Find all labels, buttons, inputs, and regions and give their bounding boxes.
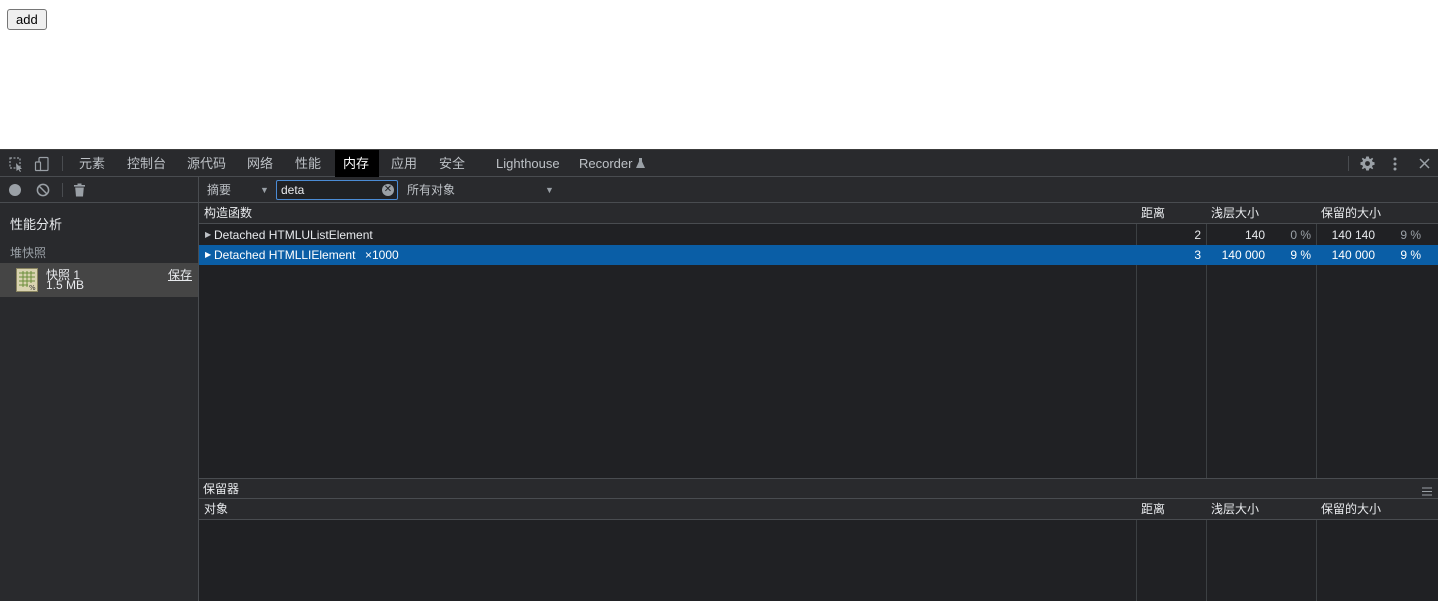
row-shallow-percent: 9 %: [1290, 248, 1311, 262]
row-shallow-size: 140: [1244, 228, 1265, 242]
row-shallow-percent: 0 %: [1290, 228, 1311, 242]
heap-snapshot-view: 摘要 ▼ ✕ 所有对象 ▼ 构造函数 距离 浅层大小 保留的大小 ▶ Detac…: [199, 177, 1438, 601]
tab-recorder[interactable]: Recorder: [571, 150, 653, 177]
tab-performance[interactable]: 性能: [287, 150, 329, 177]
tab-console[interactable]: 控制台: [119, 150, 174, 177]
retainers-grid: 对象 距离 浅层大小 保留的大小: [199, 499, 1438, 601]
chevron-down-icon: ▼: [260, 185, 269, 195]
settings-gear-icon[interactable]: [1354, 150, 1380, 177]
row-retained-percent: 9 %: [1400, 228, 1421, 242]
tab-application[interactable]: 应用: [383, 150, 425, 177]
experiment-flask-icon: [636, 156, 646, 171]
tab-network[interactable]: 网络: [239, 150, 281, 177]
add-button[interactable]: add: [7, 9, 47, 30]
row-shallow-size: 140 000: [1221, 248, 1265, 262]
separator: [62, 183, 63, 197]
tab-lighthouse[interactable]: Lighthouse: [488, 150, 568, 177]
objects-filter-select[interactable]: 所有对象: [407, 177, 455, 203]
summary-header: 构造函数 距离 浅层大小 保留的大小: [199, 203, 1438, 224]
tab-recorder-label: Recorder: [579, 156, 633, 171]
row-distance: 3: [1194, 248, 1201, 262]
devtools-panel: 元素 控制台 源代码 网络 性能 内存 应用 安全 Lighthouse Rec…: [0, 149, 1438, 601]
separator: [1348, 156, 1349, 171]
row-instance-count: ×1000: [365, 248, 399, 262]
row-constructor-name: Detached HTMLLIElement: [214, 248, 356, 262]
tab-security[interactable]: 安全: [431, 150, 473, 177]
expand-triangle-icon[interactable]: ▶: [205, 245, 211, 265]
profiles-sidebar: 性能分析 堆快照 % 快照 1 1.5 MB 保存: [0, 177, 199, 601]
devtools-tabbar: 元素 控制台 源代码 网络 性能 内存 应用 安全 Lighthouse Rec…: [0, 149, 1438, 177]
sidebar-toolbar: [0, 177, 198, 203]
expand-triangle-icon[interactable]: ▶: [205, 225, 211, 245]
record-icon[interactable]: [8, 183, 22, 200]
row-distance: 2: [1194, 228, 1201, 242]
class-filter-input-box[interactable]: ✕: [276, 180, 398, 200]
row-retained-size: 140 140: [1331, 228, 1375, 242]
profiles-heading: 性能分析: [10, 217, 63, 232]
heap-snapshot-icon: %: [16, 268, 38, 295]
header-object[interactable]: 对象: [204, 499, 228, 520]
header-shallow-size[interactable]: 浅层大小: [1211, 203, 1259, 224]
snapshot-size: 1.5 MB: [46, 278, 85, 292]
header-shallow-size[interactable]: 浅层大小: [1211, 499, 1259, 520]
header-retained-size[interactable]: 保留的大小: [1321, 203, 1381, 224]
more-options-icon[interactable]: [1382, 150, 1408, 177]
inspected-page: add: [0, 0, 1438, 149]
separator: [62, 156, 63, 171]
clear-all-icon[interactable]: [36, 183, 50, 200]
collect-garbage-icon[interactable]: [73, 183, 86, 200]
header-constructor[interactable]: 构造函数: [204, 203, 252, 224]
snapshot-item[interactable]: % 快照 1 1.5 MB 保存: [0, 263, 198, 297]
tab-sources[interactable]: 源代码: [179, 150, 234, 177]
class-filter-input[interactable]: [281, 182, 376, 198]
inspect-element-icon[interactable]: [3, 150, 29, 177]
retainers-bar[interactable]: 保留器: [199, 478, 1438, 499]
row-constructor-name: Detached HTMLUListElement: [214, 228, 373, 242]
table-row[interactable]: ▶ Detached HTMLUListElement 2 140 0 % 14…: [199, 225, 1438, 245]
save-snapshot-link[interactable]: 保存: [168, 266, 192, 283]
hamburger-menu-icon[interactable]: [1422, 484, 1432, 499]
header-distance[interactable]: 距离: [1141, 203, 1165, 224]
device-toolbar-icon[interactable]: [29, 150, 55, 177]
row-retained-size: 140 000: [1331, 248, 1375, 262]
tab-elements[interactable]: 元素: [71, 150, 113, 177]
clear-filter-icon[interactable]: ✕: [382, 184, 394, 196]
snapshot-toolbar: 摘要 ▼ ✕ 所有对象 ▼: [199, 177, 1438, 203]
retainers-header: 对象 距离 浅层大小 保留的大小: [199, 499, 1438, 520]
perspective-select[interactable]: 摘要: [207, 177, 231, 203]
retainers-title: 保留器: [203, 482, 240, 496]
row-retained-percent: 9 %: [1400, 248, 1421, 262]
svg-text:%: %: [29, 284, 36, 292]
chevron-down-icon: ▼: [545, 185, 554, 195]
header-distance[interactable]: 距离: [1141, 499, 1165, 520]
table-row-selected[interactable]: ▶ Detached HTMLLIElement ×1000 3 140 000…: [199, 245, 1438, 265]
heap-snapshots-label: 堆快照: [10, 246, 47, 260]
summary-grid: 构造函数 距离 浅层大小 保留的大小 ▶ Detached HTMLUListE…: [199, 203, 1438, 478]
header-retained-size[interactable]: 保留的大小: [1321, 499, 1381, 520]
close-icon[interactable]: [1411, 150, 1437, 177]
tab-memory[interactable]: 内存: [335, 150, 379, 177]
